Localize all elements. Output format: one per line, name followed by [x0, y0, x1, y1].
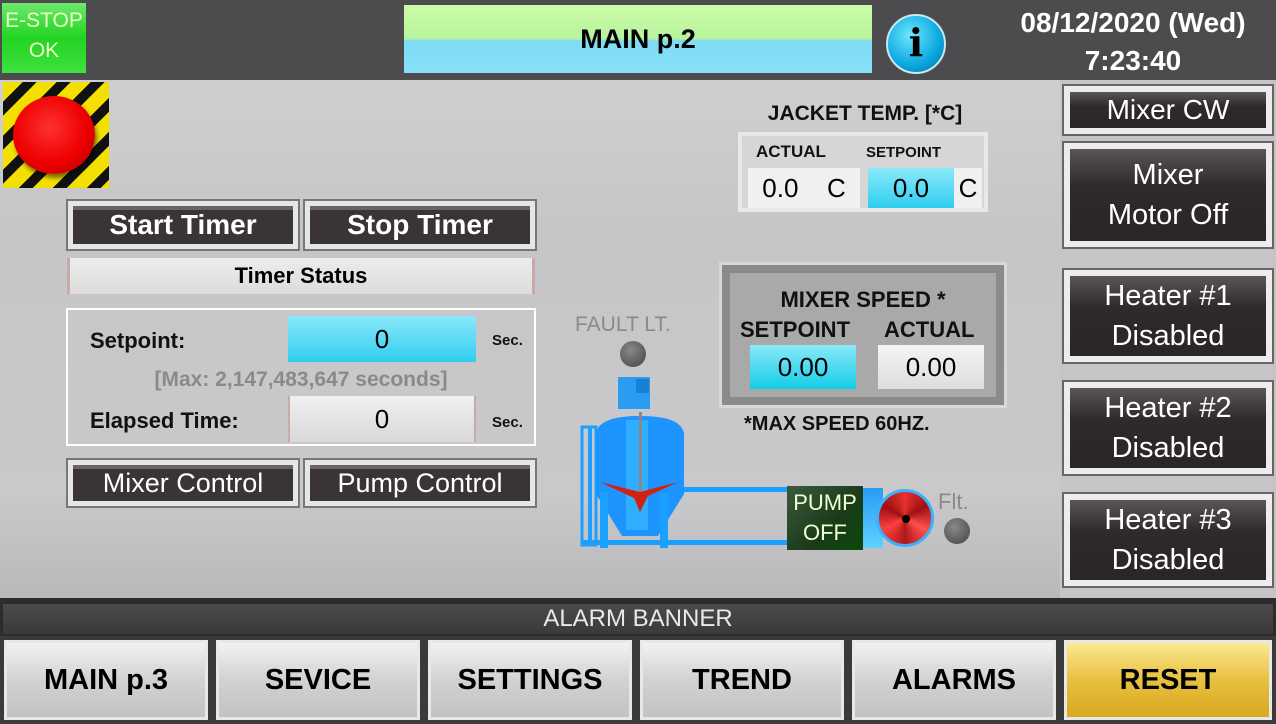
jacket-setpoint-input[interactable]: 0.0	[868, 168, 954, 208]
page-title: MAIN p.2	[404, 5, 872, 73]
pipe	[684, 487, 798, 492]
mixer-speed-setpoint-label: SETPOINT	[740, 317, 851, 342]
nav-alarms-button[interactable]: ALARMS	[852, 640, 1056, 720]
pump-label: PUMP	[793, 490, 857, 515]
heater-3-button[interactable]: Heater #3 Disabled	[1062, 492, 1274, 588]
pump-fault-indicator	[944, 518, 970, 544]
estop-state: OK	[28, 39, 60, 62]
jacket-setpoint-label: SETPOINT	[866, 144, 942, 161]
jacket-temp-title: JACKET TEMP. [*C]	[767, 102, 963, 125]
jacket-actual-display: 0.0 C	[748, 168, 860, 208]
mixer-speed-title: MIXER SPEED *	[780, 287, 946, 312]
start-timer-button[interactable]: Start Timer	[66, 199, 300, 251]
estop-label: E-STOP	[5, 9, 83, 32]
fault-light-indicator	[620, 341, 646, 367]
label-line2: Disabled	[1111, 320, 1225, 352]
elapsed-unit: Sec.	[492, 414, 523, 431]
jacket-actual-label: ACTUAL	[756, 142, 826, 161]
label-line1: Mixer	[1132, 159, 1204, 191]
pump-fault-label: Flt.	[938, 489, 969, 514]
stop-timer-button[interactable]: Stop Timer	[303, 199, 537, 251]
nav-service-button[interactable]: SEVICE	[216, 640, 420, 720]
label-line2: Motor Off	[1107, 199, 1229, 231]
nav-settings-button[interactable]: SETTINGS	[428, 640, 632, 720]
timer-setpoint-input[interactable]: 0	[288, 316, 476, 362]
info-icon[interactable]: i	[886, 14, 946, 74]
emergency-stop-button[interactable]	[3, 82, 109, 188]
mixer-tank-graphic	[580, 377, 798, 548]
setpoint-label: Setpoint:	[90, 328, 186, 353]
estop-status-button[interactable]: E-STOP OK	[2, 3, 86, 73]
label-line1: Heater #3	[1104, 504, 1232, 536]
heater-2-button[interactable]: Heater #2 Disabled	[1062, 380, 1274, 476]
mixer-cw-label: Mixer CW	[1106, 94, 1230, 125]
jacket-actual-value: 0.0	[762, 172, 799, 203]
mixer-cw-button[interactable]: Mixer CW	[1062, 84, 1274, 136]
date: 08/12/2020 (Wed)	[1020, 7, 1246, 38]
reset-button[interactable]: RESET	[1064, 640, 1272, 720]
pump-impeller-icon	[876, 489, 934, 547]
mixer-speed-actual-display: 0.00	[878, 345, 984, 389]
nav-main-p3-button[interactable]: MAIN p.3	[4, 640, 208, 720]
mixer-speed-actual-label: ACTUAL	[884, 317, 975, 342]
jacket-setpoint-unit: C	[954, 168, 982, 208]
mixer-motor-button[interactable]: Mixer Motor Off	[1062, 141, 1274, 249]
label-line2: Disabled	[1111, 544, 1225, 576]
max-note: [Max: 2,147,483,647 seconds]	[154, 368, 448, 391]
label-line1: Heater #1	[1104, 280, 1232, 312]
pump-state: OFF	[803, 520, 847, 545]
emergency-stop-icon	[13, 96, 95, 174]
mixer-control-button[interactable]: Mixer Control	[66, 458, 300, 508]
timer-panel: Setpoint: 0 Sec. [Max: 2,147,483,647 sec…	[66, 308, 536, 446]
setpoint-unit: Sec.	[492, 332, 523, 349]
heater-1-button[interactable]: Heater #1 Disabled	[1062, 268, 1274, 364]
alarm-banner[interactable]: ALARM BANNER	[3, 604, 1273, 634]
label-line2: Disabled	[1111, 432, 1225, 464]
jacket-actual-unit: C	[826, 172, 846, 203]
pump-status: PUMP OFF	[787, 486, 863, 550]
jacket-temp-panel: ACTUAL SETPOINT 0.0 C 0.0 C	[738, 132, 988, 212]
label-line1: Heater #2	[1104, 392, 1232, 424]
pump-control-button[interactable]: Pump Control	[303, 458, 537, 508]
time: 7:23:40	[1084, 45, 1182, 76]
elapsed-label: Elapsed Time:	[90, 408, 239, 433]
nav-trend-button[interactable]: TREND	[640, 640, 844, 720]
elapsed-time-display: 0	[288, 396, 476, 442]
timer-status: Timer Status	[67, 258, 535, 294]
fault-light-label: FAULT LT.	[575, 313, 671, 336]
datetime: 08/12/2020 (Wed) 7:23:40	[990, 4, 1276, 80]
